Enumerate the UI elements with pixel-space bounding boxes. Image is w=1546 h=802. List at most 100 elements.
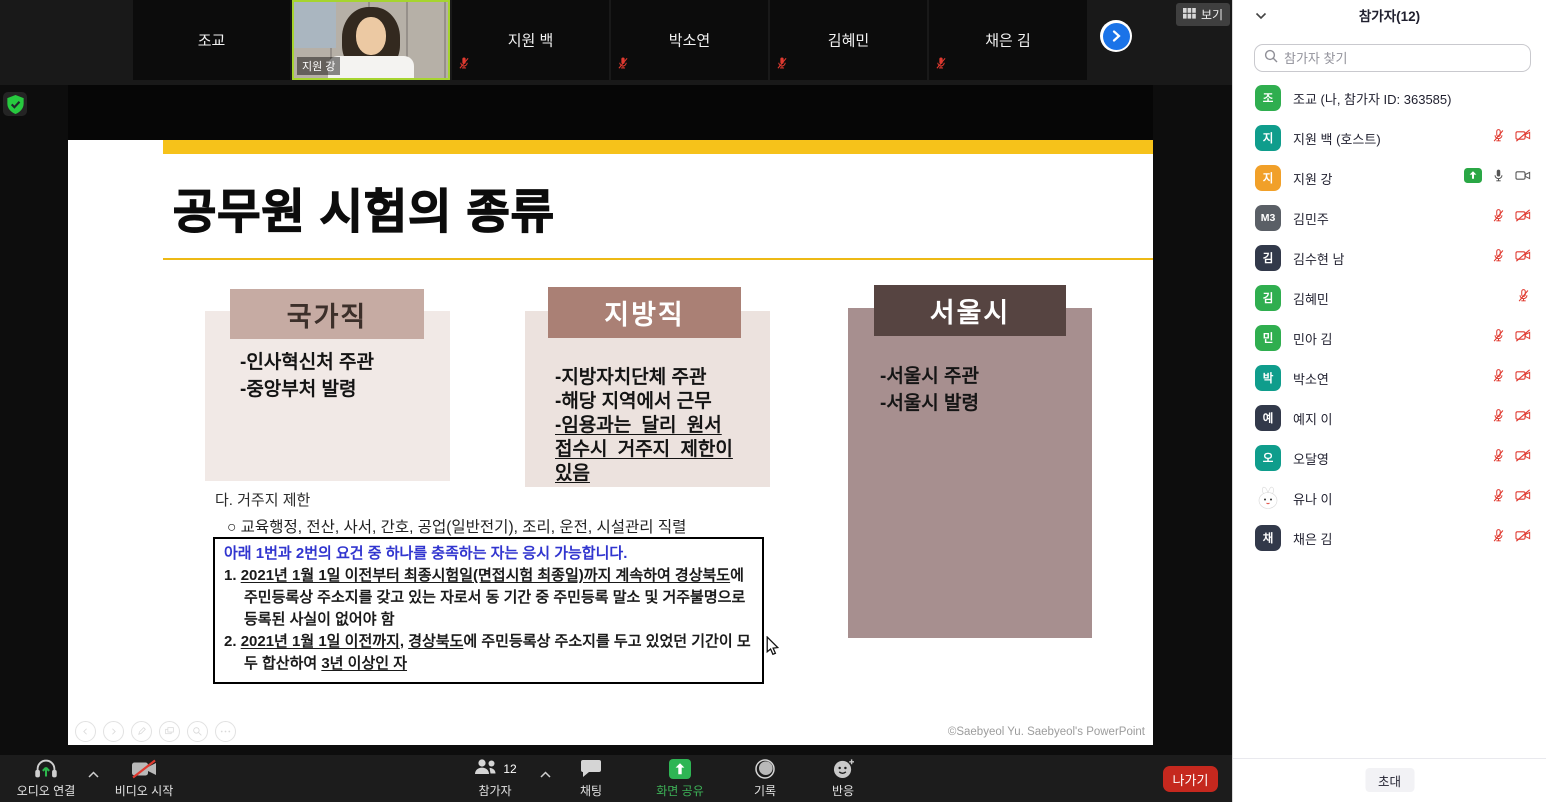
text-line-underlined: -임용과는 달리 원서 xyxy=(555,414,733,438)
participant-name: 유나 이 xyxy=(1293,489,1333,508)
video-tile[interactable]: 지원 백 xyxy=(452,0,609,80)
view-mode-button[interactable]: 보기 xyxy=(1176,3,1230,26)
chevron-right-icon xyxy=(1103,23,1130,50)
text-line: -해당 지역에서 근무 xyxy=(555,390,733,414)
participants-panel-title: 참가자(12) xyxy=(1233,5,1546,25)
mic-muted-icon xyxy=(457,56,471,75)
participants-options-chevron[interactable] xyxy=(540,765,551,783)
share-screen-button[interactable]: 화면 공유 xyxy=(638,757,722,799)
join-audio-button[interactable]: 오디오 연결 xyxy=(4,757,88,799)
participant-status-icons xyxy=(1491,368,1531,388)
participants-panel: 참가자(12) 조 조교 (나, 참가자 ID: 363585) 지 지원 백 … xyxy=(1232,0,1546,802)
leave-meeting-button[interactable]: 나가기 xyxy=(1163,766,1218,792)
screen-sharing-badge-icon xyxy=(1464,168,1482,188)
video-tile-active-speaker[interactable]: 지원 강 xyxy=(292,0,450,80)
video-tile[interactable]: 박소연 xyxy=(611,0,768,80)
participant-status-icons xyxy=(1464,168,1531,188)
participant-search[interactable] xyxy=(1254,44,1531,72)
participants-button[interactable]: 12 참가자 xyxy=(455,757,535,799)
speaker-face xyxy=(356,17,386,55)
camera-off-icon xyxy=(1515,328,1531,348)
mic-muted-icon xyxy=(1491,448,1506,468)
camera-off-icon xyxy=(130,757,158,780)
join-audio-label: 오디오 연결 xyxy=(17,782,76,799)
invite-button[interactable]: 초대 xyxy=(1365,768,1414,792)
speaker-shirt xyxy=(328,56,414,78)
video-tile[interactable]: 조교 xyxy=(133,0,290,80)
video-tile[interactable]: 김혜민 xyxy=(770,0,927,80)
participant-status-icons xyxy=(1491,248,1531,268)
participant-row[interactable]: 김 김혜민 xyxy=(1233,278,1546,318)
camera-off-icon xyxy=(1515,528,1531,548)
camera-off-icon xyxy=(1515,248,1531,268)
participant-row[interactable]: 예 예지 이 xyxy=(1233,398,1546,438)
avatar: 김 xyxy=(1255,245,1281,271)
participant-row[interactable]: 오 오달영 xyxy=(1233,438,1546,478)
avatar: 예 xyxy=(1255,405,1281,431)
participant-name: 예지 이 xyxy=(1293,409,1333,428)
column-seoul-body xyxy=(848,308,1092,638)
participant-tile-name: 지원 강 xyxy=(297,57,340,75)
search-input[interactable] xyxy=(1284,51,1530,66)
mic-muted-icon xyxy=(1516,288,1531,308)
camera-off-icon xyxy=(1515,208,1531,228)
record-icon xyxy=(754,757,776,780)
chat-button[interactable]: 채팅 xyxy=(558,757,624,799)
chat-icon xyxy=(580,757,602,780)
participant-tile-name: 지원 백 xyxy=(452,30,609,51)
record-button[interactable]: 기록 xyxy=(732,757,798,799)
security-shield-icon[interactable] xyxy=(3,92,27,116)
participant-row[interactable]: 박 박소연 xyxy=(1233,358,1546,398)
video-tile[interactable]: 채은 김 xyxy=(929,0,1087,80)
participant-name: 채은 김 xyxy=(1293,529,1333,548)
mic-muted-icon xyxy=(1491,528,1506,548)
participant-row[interactable]: M3 김민주 xyxy=(1233,198,1546,238)
search-icon xyxy=(1264,49,1278,68)
next-videos-button[interactable] xyxy=(1100,20,1132,52)
avatar: M3 xyxy=(1255,205,1281,231)
slide-top-black-bar xyxy=(68,85,1153,140)
avatar: 조 xyxy=(1255,85,1281,111)
participant-name: 김혜민 xyxy=(1293,289,1329,308)
panel-divider xyxy=(1233,758,1546,759)
requirement-item-2: 2. 2021년 1월 1일 이전까지, 경상북도에 주민등록상 주소지를 두고… xyxy=(224,631,753,675)
video-background xyxy=(294,2,336,48)
camera-off-icon xyxy=(1515,488,1531,508)
participant-row[interactable]: 민 민아 김 xyxy=(1233,318,1546,358)
participant-row[interactable]: 지 지원 강 xyxy=(1233,158,1546,198)
audio-options-chevron[interactable] xyxy=(88,765,99,783)
screen-share-area: 조교 지원 강 지원 백 박소연 김혜민 채은 김 xyxy=(0,0,1232,755)
headset-icon xyxy=(32,757,60,780)
text-line: -인사혁신처 주관 xyxy=(240,349,374,376)
mic-on-icon xyxy=(1491,168,1506,188)
previous-slide-icon xyxy=(75,721,96,742)
slide-divider-line xyxy=(163,258,1153,260)
reactions-button[interactable]: 반응 xyxy=(810,757,876,799)
participant-name: 민아 김 xyxy=(1293,329,1333,348)
participant-status-icons xyxy=(1491,208,1531,228)
avatar: 오 xyxy=(1255,445,1281,471)
requirements-heading: 아래 1번과 2번의 요건 중 하나를 충족하는 자는 응시 가능합니다. xyxy=(224,543,753,565)
column-seoul-text: -서울시 주관 -서울시 발령 xyxy=(880,363,979,417)
participant-row[interactable]: 조 조교 (나, 참가자 ID: 363585) xyxy=(1233,78,1546,118)
start-video-button[interactable]: 비디오 시작 xyxy=(104,757,184,799)
participant-row[interactable]: 유나 이 xyxy=(1233,478,1546,518)
participant-tile-name: 채은 김 xyxy=(929,30,1087,51)
mic-muted-icon xyxy=(1491,328,1506,348)
participant-row[interactable]: 채 채은 김 xyxy=(1233,518,1546,558)
mic-muted-icon xyxy=(775,56,789,75)
participant-row[interactable]: 지 지원 백 (호스트) xyxy=(1233,118,1546,158)
mic-muted-icon xyxy=(1491,128,1506,148)
mic-muted-icon xyxy=(1491,208,1506,228)
participant-tile-name: 조교 xyxy=(133,30,290,51)
participant-name: 박소연 xyxy=(1293,369,1329,388)
mouse-cursor xyxy=(766,636,780,661)
reactions-label: 반응 xyxy=(832,782,854,799)
meeting-toolbar: 오디오 연결 비디오 시작 12 참가자 채팅 화면 공유 기록 반응 나 xyxy=(0,755,1232,802)
column-national-header: 국가직 xyxy=(230,289,424,339)
mic-muted-icon xyxy=(1491,488,1506,508)
pen-icon xyxy=(131,721,152,742)
avatar: 지 xyxy=(1255,125,1281,151)
participant-name: 조교 (나, 참가자 ID: 363585) xyxy=(1293,89,1451,108)
participant-row[interactable]: 김 김수현 남 xyxy=(1233,238,1546,278)
